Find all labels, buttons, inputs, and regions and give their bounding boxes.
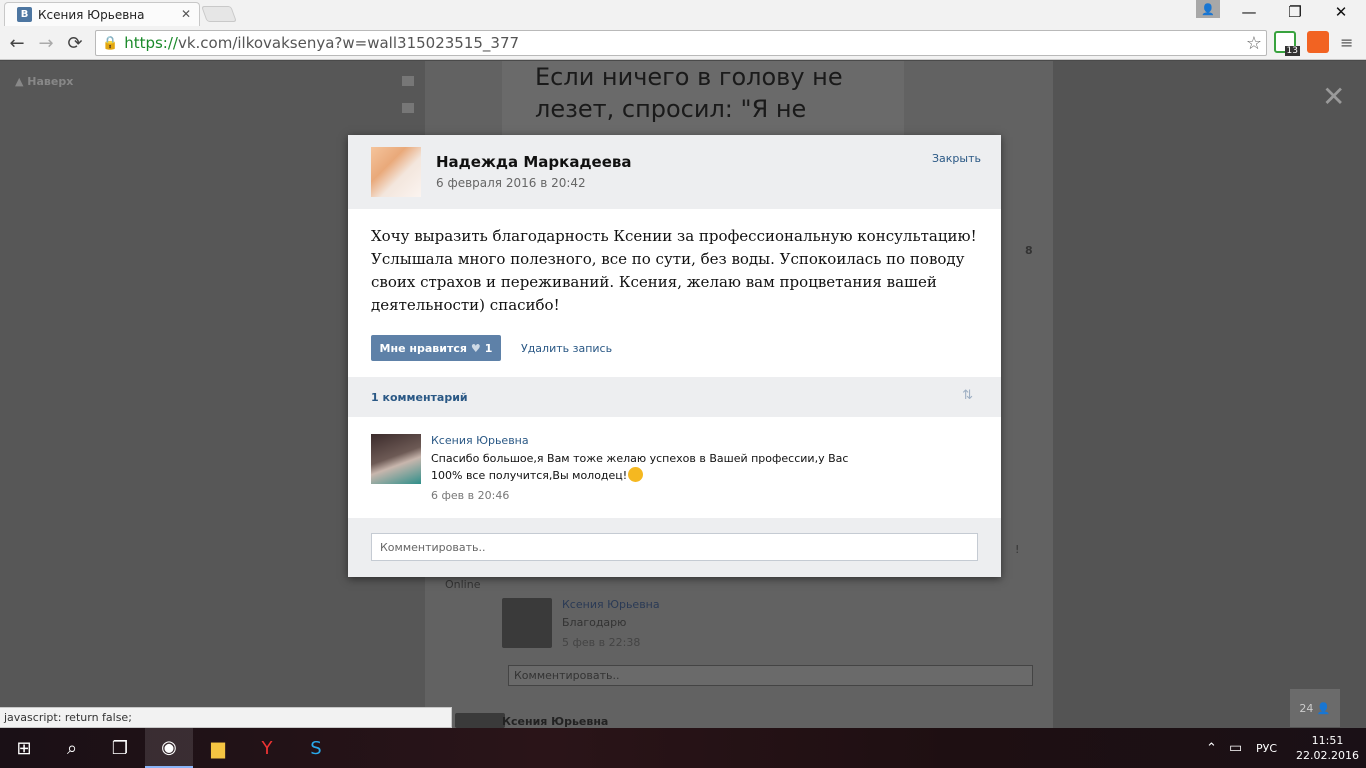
comment-input[interactable]: Комментировать.. <box>371 533 978 561</box>
lock-icon: 🔒 <box>102 35 119 51</box>
file-explorer-icon[interactable]: ▆ <box>194 728 242 768</box>
scroll-top-label: Наверх <box>27 75 74 88</box>
skype-icon[interactable]: S <box>292 728 340 768</box>
bg-reply-time[interactable]: 5 фев в 22:38 <box>562 636 640 649</box>
post-text: Хочу выразить благодарность Ксении за пр… <box>371 227 977 314</box>
url-scheme: https:// <box>124 34 178 52</box>
comment-author[interactable]: Ксения Юрьевна <box>431 434 529 447</box>
bg-next-avatar[interactable] <box>455 713 505 728</box>
adblock-shield-icon[interactable]: 13 <box>1274 31 1300 56</box>
chrome-menu-icon[interactable]: ≡ <box>1340 33 1353 52</box>
comment-time[interactable]: 6 фев в 20:46 <box>431 489 509 502</box>
modal-header: Надежда Маркадеева 6 февраля 2016 в 20:4… <box>348 135 1001 209</box>
comment-avatar[interactable] <box>371 434 421 484</box>
browser-tabbar: В Ксения Юрьевна ✕ 👤 — ❐ ✕ <box>0 0 1366 26</box>
browser-toolbar: ← → ⟳ 🔒 https:// vk.com/ilkovaksenya?w=w… <box>0 26 1366 60</box>
clock-date: 22.02.2016 <box>1296 749 1359 762</box>
clock-time: 11:51 <box>1311 734 1344 747</box>
like-button[interactable]: Мне нравится ♥ 1 <box>371 335 501 361</box>
search-icon[interactable]: ⌕ <box>48 728 96 768</box>
delete-post-link[interactable]: Удалить запись <box>521 342 612 355</box>
bg-text-fragment: ! <box>1015 543 1020 556</box>
url-path: vk.com/ilkovaksenya?w=wall315023515_377 <box>177 34 520 52</box>
comments-count[interactable]: 1 комментарий <box>371 391 468 404</box>
post-date[interactable]: 6 февраля 2016 в 20:42 <box>436 176 586 190</box>
mail-icon[interactable] <box>402 76 414 86</box>
modal-footer: Комментировать.. <box>348 518 1001 577</box>
back-arrow-icon[interactable]: ← <box>6 32 28 54</box>
minimize-icon[interactable]: — <box>1226 0 1272 24</box>
sort-icon[interactable]: ⇅ <box>962 388 973 403</box>
windows-taskbar: ⊞ ⌕ ❐ ◉ ▆ Y S ⌃ ▭ РУС 11:51 22.02.2016 <box>0 728 1366 768</box>
comments-header: 1 комментарий ⇅ <box>348 377 1001 417</box>
show-hidden-icons-icon[interactable]: ⌃ <box>1206 728 1217 768</box>
shopping-cart-extension-icon[interactable] <box>1307 31 1329 53</box>
online-counter[interactable]: 24 👤 <box>1290 689 1340 727</box>
language-indicator[interactable]: РУС <box>1256 728 1277 768</box>
like-count: 1 <box>484 341 493 355</box>
bg-next-author[interactable]: Ксения Юрьевна <box>502 715 608 728</box>
bg-reply-avatar[interactable] <box>502 598 552 648</box>
bg-comment-input[interactable]: Комментировать.. <box>508 665 1033 686</box>
bg-reply-text: Благодарю <box>562 616 627 629</box>
new-tab-button[interactable] <box>201 6 237 22</box>
address-bar[interactable]: 🔒 https:// vk.com/ilkovaksenya?w=wall315… <box>95 30 1267 56</box>
online-count: 24 <box>1299 701 1314 715</box>
bg-like-count: 8 <box>1025 244 1033 257</box>
extension-badge: 13 <box>1284 46 1300 56</box>
scroll-top-link[interactable]: ▲ Наверх <box>15 75 73 88</box>
bg-reply-author[interactable]: Ксения Юрьевна <box>562 598 660 611</box>
overlay-close-icon[interactable]: ✕ <box>1322 80 1345 113</box>
bg-post-text: Если ничего в голову не лезет, спросил: … <box>502 61 904 155</box>
author-avatar[interactable] <box>371 147 421 197</box>
bookmark-star-icon[interactable]: ☆ <box>1246 33 1262 54</box>
bg-online-status: Online <box>445 578 481 591</box>
smile-emoji-icon <box>628 467 644 482</box>
system-clock[interactable]: 11:51 22.02.2016 <box>1296 733 1359 763</box>
forward-arrow-icon[interactable]: → <box>35 32 57 54</box>
chrome-taskbar-icon[interactable]: ◉ <box>145 728 193 768</box>
tab-title: Ксения Юрьевна <box>38 7 145 22</box>
vk-favicon-icon: В <box>17 7 32 22</box>
close-link[interactable]: Закрыть <box>932 152 981 165</box>
status-bar: javascript: return false; <box>0 707 452 728</box>
author-name[interactable]: Надежда Маркадеева <box>436 153 632 171</box>
notifications-icon[interactable]: ▭ <box>1229 728 1242 768</box>
restore-icon[interactable]: ❐ <box>1272 0 1318 24</box>
browser-tab[interactable]: В Ксения Юрьевна ✕ <box>4 2 200 26</box>
reload-icon[interactable]: ⟳ <box>64 32 86 54</box>
heart-icon: ♥ <box>470 341 481 355</box>
yandex-browser-icon[interactable]: Y <box>243 728 291 768</box>
like-label: Мне нравится <box>379 341 467 355</box>
comment-text: Спасибо большое,я Вам тоже желаю успехов… <box>431 451 851 484</box>
window-close-icon[interactable]: ✕ <box>1318 0 1364 24</box>
task-view-icon[interactable]: ❐ <box>96 728 144 768</box>
windows-start-icon[interactable]: ⊞ <box>0 728 48 768</box>
post-modal: Надежда Маркадеева 6 февраля 2016 в 20:4… <box>348 135 1001 577</box>
tab-close-icon[interactable]: ✕ <box>181 7 191 21</box>
comment-icon[interactable] <box>402 103 414 113</box>
user-profile-icon[interactable]: 👤 <box>1196 0 1220 18</box>
